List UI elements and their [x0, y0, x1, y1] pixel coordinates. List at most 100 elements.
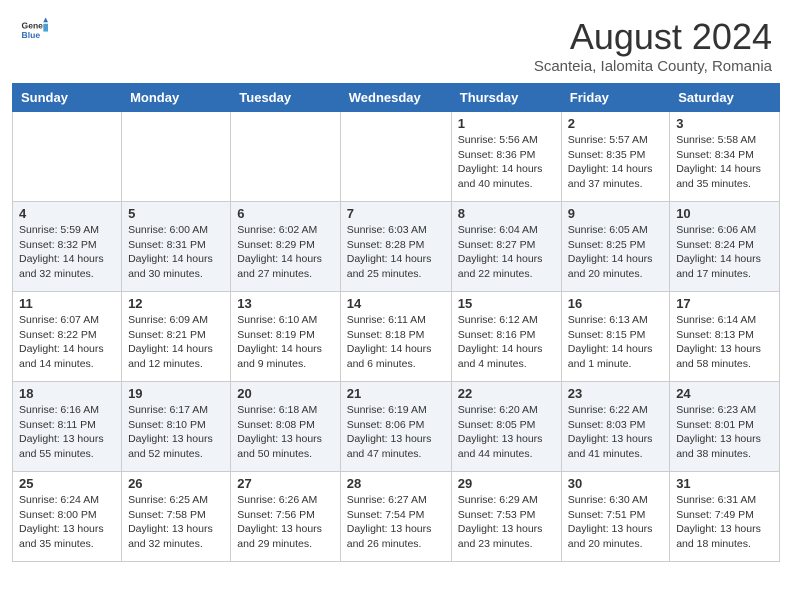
calendar-week-row: 1 Sunrise: 5:56 AM Sunset: 8:36 PM Daylig…: [13, 112, 780, 202]
day-number: 15: [458, 296, 555, 311]
day-number: 2: [568, 116, 663, 131]
day-info: Sunrise: 6:00 AM Sunset: 8:31 PM Dayligh…: [128, 223, 224, 282]
calendar-cell: 4 Sunrise: 5:59 AM Sunset: 8:32 PM Daylig…: [13, 202, 122, 292]
day-info: Sunrise: 6:25 AM Sunset: 7:58 PM Dayligh…: [128, 493, 224, 552]
day-number: 16: [568, 296, 663, 311]
day-info: Sunrise: 6:14 AM Sunset: 8:13 PM Dayligh…: [676, 313, 773, 372]
calendar-cell: 22 Sunrise: 6:20 AM Sunset: 8:05 PM Dayli…: [451, 382, 561, 472]
calendar-cell: 18 Sunrise: 6:16 AM Sunset: 8:11 PM Dayli…: [13, 382, 122, 472]
day-info: Sunrise: 6:24 AM Sunset: 8:00 PM Dayligh…: [19, 493, 115, 552]
day-number: 1: [458, 116, 555, 131]
weekday-header-wednesday: Wednesday: [340, 84, 451, 112]
weekday-header-friday: Friday: [561, 84, 669, 112]
day-info: Sunrise: 6:30 AM Sunset: 7:51 PM Dayligh…: [568, 493, 663, 552]
day-number: 14: [347, 296, 445, 311]
calendar-cell: 10Sunrise: 6:06 AM Sunset: 8:24 PM Dayli…: [670, 202, 780, 292]
calendar-cell: 8 Sunrise: 6:04 AM Sunset: 8:27 PM Daylig…: [451, 202, 561, 292]
day-number: 5: [128, 206, 224, 221]
day-info: Sunrise: 5:56 AM Sunset: 8:36 PM Dayligh…: [458, 133, 555, 192]
day-info: Sunrise: 6:04 AM Sunset: 8:27 PM Dayligh…: [458, 223, 555, 282]
main-title: August 2024: [534, 16, 772, 58]
day-number: 8: [458, 206, 555, 221]
calendar-cell: 26Sunrise: 6:25 AM Sunset: 7:58 PM Dayli…: [122, 472, 231, 562]
day-info: Sunrise: 6:13 AM Sunset: 8:15 PM Dayligh…: [568, 313, 663, 372]
day-info: Sunrise: 6:22 AM Sunset: 8:03 PM Dayligh…: [568, 403, 663, 462]
day-info: Sunrise: 6:16 AM Sunset: 8:11 PM Dayligh…: [19, 403, 115, 462]
calendar-cell: 19Sunrise: 6:17 AM Sunset: 8:10 PM Dayli…: [122, 382, 231, 472]
calendar-cell: 12Sunrise: 6:09 AM Sunset: 8:21 PM Dayli…: [122, 292, 231, 382]
calendar-cell: 14 Sunrise: 6:11 AM Sunset: 8:18 PM Dayli…: [340, 292, 451, 382]
day-number: 3: [676, 116, 773, 131]
day-number: 13: [237, 296, 333, 311]
day-number: 21: [347, 386, 445, 401]
calendar-container: SundayMondayTuesdayWednesdayThursdayFrid…: [0, 83, 792, 568]
calendar-cell: [13, 112, 122, 202]
day-info: Sunrise: 6:10 AM Sunset: 8:19 PM Dayligh…: [237, 313, 333, 372]
day-number: 4: [19, 206, 115, 221]
day-number: 22: [458, 386, 555, 401]
day-number: 12: [128, 296, 224, 311]
day-number: 10: [676, 206, 773, 221]
calendar-cell: 13 Sunrise: 6:10 AM Sunset: 8:19 PM Dayli…: [231, 292, 340, 382]
calendar-cell: 21 Sunrise: 6:19 AM Sunset: 8:06 PM Dayli…: [340, 382, 451, 472]
calendar-week-row: 4 Sunrise: 5:59 AM Sunset: 8:32 PM Daylig…: [13, 202, 780, 292]
weekday-header-row: SundayMondayTuesdayWednesdayThursdayFrid…: [13, 84, 780, 112]
day-info: Sunrise: 6:29 AM Sunset: 7:53 PM Dayligh…: [458, 493, 555, 552]
calendar-cell: 16 Sunrise: 6:13 AM Sunset: 8:15 PM Dayli…: [561, 292, 669, 382]
day-info: Sunrise: 5:59 AM Sunset: 8:32 PM Dayligh…: [19, 223, 115, 282]
calendar-cell: 28 Sunrise: 6:27 AM Sunset: 7:54 PM Dayli…: [340, 472, 451, 562]
calendar-cell: 30Sunrise: 6:30 AM Sunset: 7:51 PM Dayli…: [561, 472, 669, 562]
day-number: 11: [19, 296, 115, 311]
day-info: Sunrise: 6:18 AM Sunset: 8:08 PM Dayligh…: [237, 403, 333, 462]
calendar-week-row: 25 Sunrise: 6:24 AM Sunset: 8:00 PM Dayli…: [13, 472, 780, 562]
day-number: 17: [676, 296, 773, 311]
logo: General Blue: [20, 16, 48, 44]
calendar-week-row: 11Sunrise: 6:07 AM Sunset: 8:22 PM Dayli…: [13, 292, 780, 382]
day-info: Sunrise: 6:05 AM Sunset: 8:25 PM Dayligh…: [568, 223, 663, 282]
page-header: General Blue August 2024 Scanteia, Ialom…: [0, 0, 792, 83]
day-number: 29: [458, 476, 555, 491]
calendar-cell: 15Sunrise: 6:12 AM Sunset: 8:16 PM Dayli…: [451, 292, 561, 382]
calendar-cell: 9 Sunrise: 6:05 AM Sunset: 8:25 PM Daylig…: [561, 202, 669, 292]
day-info: Sunrise: 6:27 AM Sunset: 7:54 PM Dayligh…: [347, 493, 445, 552]
calendar-cell: [231, 112, 340, 202]
weekday-header-sunday: Sunday: [13, 84, 122, 112]
calendar-cell: 25 Sunrise: 6:24 AM Sunset: 8:00 PM Dayli…: [13, 472, 122, 562]
calendar-cell: 2Sunrise: 5:57 AM Sunset: 8:35 PM Daylig…: [561, 112, 669, 202]
day-number: 25: [19, 476, 115, 491]
calendar-cell: 23 Sunrise: 6:22 AM Sunset: 8:03 PM Dayli…: [561, 382, 669, 472]
day-number: 20: [237, 386, 333, 401]
day-info: Sunrise: 6:26 AM Sunset: 7:56 PM Dayligh…: [237, 493, 333, 552]
calendar-cell: 17 Sunrise: 6:14 AM Sunset: 8:13 PM Dayli…: [670, 292, 780, 382]
day-number: 7: [347, 206, 445, 221]
day-number: 28: [347, 476, 445, 491]
day-info: Sunrise: 6:11 AM Sunset: 8:18 PM Dayligh…: [347, 313, 445, 372]
calendar-cell: [340, 112, 451, 202]
calendar-table: SundayMondayTuesdayWednesdayThursdayFrid…: [12, 83, 780, 562]
calendar-cell: [122, 112, 231, 202]
day-info: Sunrise: 6:20 AM Sunset: 8:05 PM Dayligh…: [458, 403, 555, 462]
calendar-cell: 5 Sunrise: 6:00 AM Sunset: 8:31 PM Daylig…: [122, 202, 231, 292]
day-number: 9: [568, 206, 663, 221]
calendar-week-row: 18 Sunrise: 6:16 AM Sunset: 8:11 PM Dayli…: [13, 382, 780, 472]
day-number: 31: [676, 476, 773, 491]
weekday-header-monday: Monday: [122, 84, 231, 112]
day-number: 23: [568, 386, 663, 401]
calendar-cell: 31 Sunrise: 6:31 AM Sunset: 7:49 PM Dayli…: [670, 472, 780, 562]
calendar-cell: 7Sunrise: 6:03 AM Sunset: 8:28 PM Daylig…: [340, 202, 451, 292]
day-number: 24: [676, 386, 773, 401]
day-info: Sunrise: 6:31 AM Sunset: 7:49 PM Dayligh…: [676, 493, 773, 552]
weekday-header-tuesday: Tuesday: [231, 84, 340, 112]
logo-icon: General Blue: [20, 16, 48, 44]
calendar-cell: 1 Sunrise: 5:56 AM Sunset: 8:36 PM Daylig…: [451, 112, 561, 202]
day-number: 18: [19, 386, 115, 401]
day-info: Sunrise: 5:58 AM Sunset: 8:34 PM Dayligh…: [676, 133, 773, 192]
calendar-cell: 6Sunrise: 6:02 AM Sunset: 8:29 PM Daylig…: [231, 202, 340, 292]
day-info: Sunrise: 6:23 AM Sunset: 8:01 PM Dayligh…: [676, 403, 773, 462]
day-info: Sunrise: 6:19 AM Sunset: 8:06 PM Dayligh…: [347, 403, 445, 462]
calendar-cell: 24 Sunrise: 6:23 AM Sunset: 8:01 PM Dayli…: [670, 382, 780, 472]
day-number: 19: [128, 386, 224, 401]
calendar-cell: 20 Sunrise: 6:18 AM Sunset: 8:08 PM Dayli…: [231, 382, 340, 472]
title-block: August 2024 Scanteia, Ialomita County, R…: [534, 16, 772, 75]
day-number: 6: [237, 206, 333, 221]
